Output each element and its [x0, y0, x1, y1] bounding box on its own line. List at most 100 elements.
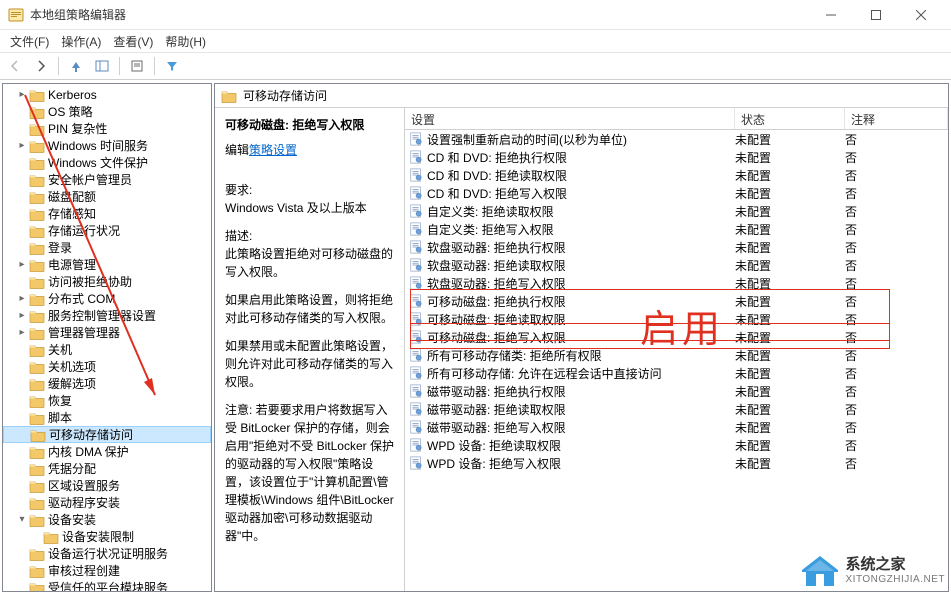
tree-node[interactable]: ▸服务控制管理器设置: [3, 307, 211, 324]
tree-node[interactable]: 安全帐户管理员: [3, 171, 211, 188]
tree-node[interactable]: 内核 DMA 保护: [3, 443, 211, 460]
policy-icon: [409, 330, 425, 344]
list-row[interactable]: 软盘驱动器: 拒绝读取权限未配置否: [405, 256, 948, 274]
list-row[interactable]: 磁带驱动器: 拒绝写入权限未配置否: [405, 418, 948, 436]
tree-node[interactable]: ▸电源管理: [3, 256, 211, 273]
menu-view[interactable]: 查看(V): [107, 31, 159, 52]
edit-policy-link[interactable]: 策略设置: [249, 141, 297, 159]
tree-node[interactable]: OS 策略: [3, 103, 211, 120]
tree-node[interactable]: 磁盘配额: [3, 188, 211, 205]
tree-node[interactable]: 存储感知: [3, 205, 211, 222]
list-row[interactable]: CD 和 DVD: 拒绝读取权限未配置否: [405, 166, 948, 184]
tree-twisty[interactable]: ▸: [15, 327, 29, 338]
folder-icon: [29, 445, 45, 459]
tree-twisty[interactable]: ▸: [15, 140, 29, 151]
list-row[interactable]: 可移动磁盘: 拒绝执行权限未配置否: [405, 292, 948, 310]
policy-icon: [409, 186, 425, 200]
list-row[interactable]: 所有可移动存储类: 拒绝所有权限未配置否: [405, 346, 948, 364]
list-row[interactable]: 软盘驱动器: 拒绝执行权限未配置否: [405, 238, 948, 256]
tree-twisty[interactable]: ▸: [15, 293, 29, 304]
tree-node[interactable]: 设备运行状况证明服务: [3, 545, 211, 562]
list-row[interactable]: 磁带驱动器: 拒绝执行权限未配置否: [405, 382, 948, 400]
row-name: 磁带驱动器: 拒绝执行权限: [427, 383, 735, 400]
tree-node[interactable]: 驱动程序安装: [3, 494, 211, 511]
tree-twisty[interactable]: ▸: [15, 259, 29, 270]
tree-node[interactable]: ▸Kerberos: [3, 86, 211, 103]
tree-node[interactable]: 恢复: [3, 392, 211, 409]
row-note: 否: [845, 257, 948, 274]
folder-icon: [29, 88, 45, 102]
maximize-button[interactable]: [853, 1, 898, 29]
row-note: 否: [845, 185, 948, 202]
row-state: 未配置: [735, 203, 845, 220]
tree-node[interactable]: PIN 复杂性: [3, 120, 211, 137]
tree-node[interactable]: ▸分布式 COM: [3, 290, 211, 307]
tree-node[interactable]: 设备安装限制: [3, 528, 211, 545]
tree-twisty[interactable]: ▸: [15, 89, 29, 100]
tree-node[interactable]: ▸Windows 时间服务: [3, 137, 211, 154]
col-setting[interactable]: 设置: [405, 108, 735, 129]
up-button[interactable]: [65, 55, 87, 77]
tree-label: 凭据分配: [48, 460, 96, 477]
list-row[interactable]: WPD 设备: 拒绝读取权限未配置否: [405, 436, 948, 454]
menu-help[interactable]: 帮助(H): [159, 31, 212, 52]
list-row[interactable]: 设置强制重新启动的时间(以秒为单位)未配置否: [405, 130, 948, 148]
close-button[interactable]: [898, 1, 943, 29]
policy-icon: [409, 402, 425, 416]
policy-icon: [409, 420, 425, 434]
tree-node[interactable]: 访问被拒绝协助: [3, 273, 211, 290]
col-note[interactable]: 注释: [845, 108, 948, 129]
row-state: 未配置: [735, 311, 845, 328]
row-note: 否: [845, 437, 948, 454]
col-state[interactable]: 状态: [735, 108, 845, 129]
filter-button[interactable]: [161, 55, 183, 77]
tree-twisty[interactable]: ▸: [15, 310, 29, 321]
description-column: 可移动磁盘: 拒绝写入权限 编辑策略设置 要求:Windows Vista 及以…: [215, 108, 405, 591]
tree-label: PIN 复杂性: [48, 120, 107, 137]
forward-button[interactable]: [30, 55, 52, 77]
list-row[interactable]: 软盘驱动器: 拒绝写入权限未配置否: [405, 274, 948, 292]
tree-node[interactable]: ▸管理器管理器: [3, 324, 211, 341]
list-body[interactable]: 设置强制重新启动的时间(以秒为单位)未配置否CD 和 DVD: 拒绝执行权限未配…: [405, 130, 948, 591]
tree-label: 受信任的平台模块服务: [48, 579, 168, 592]
tree-label: 磁盘配额: [48, 188, 96, 205]
properties-button[interactable]: [126, 55, 148, 77]
tree-node[interactable]: 可移动存储访问: [3, 426, 211, 443]
tree-node[interactable]: 区域设置服务: [3, 477, 211, 494]
list-row[interactable]: CD 和 DVD: 拒绝执行权限未配置否: [405, 148, 948, 166]
list-row[interactable]: 自定义类: 拒绝写入权限未配置否: [405, 220, 948, 238]
menu-action[interactable]: 操作(A): [55, 31, 107, 52]
menu-file[interactable]: 文件(F): [4, 31, 55, 52]
tree-node[interactable]: 关机: [3, 341, 211, 358]
tree-node[interactable]: 关机选项: [3, 358, 211, 375]
list-row[interactable]: 自定义类: 拒绝读取权限未配置否: [405, 202, 948, 220]
folder-icon: [29, 122, 45, 136]
list-row[interactable]: 磁带驱动器: 拒绝读取权限未配置否: [405, 400, 948, 418]
back-button[interactable]: [4, 55, 26, 77]
tree-node[interactable]: Windows 文件保护: [3, 154, 211, 171]
tree-node[interactable]: 存储运行状况: [3, 222, 211, 239]
tree-node[interactable]: ▾设备安装: [3, 511, 211, 528]
show-hide-button[interactable]: [91, 55, 113, 77]
list-row[interactable]: WPD 设备: 拒绝写入权限未配置否: [405, 454, 948, 472]
tree-node[interactable]: 缓解选项: [3, 375, 211, 392]
list-row[interactable]: 可移动磁盘: 拒绝写入权限未配置否: [405, 328, 948, 346]
tree-node[interactable]: 脚本: [3, 409, 211, 426]
tree-twisty[interactable]: ▾: [15, 514, 29, 525]
tree-node[interactable]: 受信任的平台模块服务: [3, 579, 211, 592]
tree-label: 内核 DMA 保护: [48, 443, 129, 460]
list-row[interactable]: 所有可移动存储: 允许在远程会话中直接访问未配置否: [405, 364, 948, 382]
row-note: 否: [845, 149, 948, 166]
tree-pane[interactable]: ▸KerberosOS 策略PIN 复杂性▸Windows 时间服务Window…: [2, 83, 212, 592]
tree-label: 设备安装限制: [62, 528, 134, 545]
list-row[interactable]: 可移动磁盘: 拒绝读取权限未配置否: [405, 310, 948, 328]
row-name: 可移动磁盘: 拒绝读取权限: [427, 311, 735, 328]
list-row[interactable]: CD 和 DVD: 拒绝写入权限未配置否: [405, 184, 948, 202]
tree-node[interactable]: 审核过程创建: [3, 562, 211, 579]
list-header[interactable]: 设置 状态 注释: [405, 108, 948, 130]
folder-icon: [29, 241, 45, 255]
tree-node[interactable]: 凭据分配: [3, 460, 211, 477]
row-note: 否: [845, 221, 948, 238]
minimize-button[interactable]: [808, 1, 853, 29]
tree-node[interactable]: 登录: [3, 239, 211, 256]
